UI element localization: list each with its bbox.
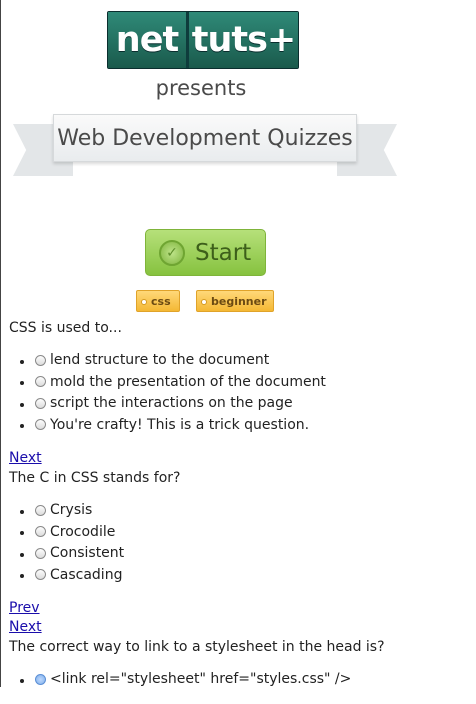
- option-label: <link rel="stylesheet" href="styles.css"…: [50, 671, 352, 687]
- option-label: mold the presentation of the document: [50, 373, 326, 390]
- list-item: Cascading: [35, 565, 469, 587]
- checkmark-icon: ✓: [159, 239, 185, 266]
- option-label: You're crafty! This is a trick question.: [50, 416, 310, 433]
- next-link[interactable]: Next: [9, 618, 469, 637]
- radio-button[interactable]: [35, 419, 46, 430]
- option-label: script the interactions on the page: [50, 395, 293, 411]
- option-label: Crocodile: [50, 523, 116, 540]
- nettuts-logo: net tuts+: [107, 11, 299, 69]
- list-item: script the interactions on the page: [35, 393, 469, 415]
- question-3-text: The correct way to link to a stylesheet …: [9, 639, 385, 655]
- radio-button[interactable]: [35, 569, 46, 580]
- question-1-text: CSS is used to...: [9, 320, 122, 336]
- option-label: Consistent: [50, 545, 125, 561]
- title-ribbon: Web Development Quizzes: [13, 108, 397, 178]
- list-item: mold the presentation of the document: [35, 372, 469, 394]
- option-label: lend structure to the document: [50, 352, 270, 368]
- tag-css[interactable]: css: [136, 290, 180, 312]
- tag-beginner[interactable]: beginner: [196, 290, 274, 312]
- radio-button[interactable]: [35, 397, 46, 409]
- question-1-options: lend structure to the document mold the …: [9, 350, 469, 436]
- radio-button[interactable]: [35, 547, 46, 559]
- list-item: Consistent: [35, 543, 469, 565]
- start-button[interactable]: ✓ Start: [145, 229, 266, 276]
- next-link[interactable]: Next: [9, 449, 469, 468]
- option-label: Cascading: [50, 566, 123, 583]
- list-item: lend structure to the document: [35, 350, 469, 372]
- radio-button[interactable]: [35, 526, 46, 537]
- list-item: Crocodile: [35, 522, 469, 544]
- question-2-text: The C in CSS stands for?: [9, 470, 181, 486]
- logo-net-text: net: [108, 12, 186, 68]
- start-button-label: Start: [195, 239, 252, 266]
- option-label: Crysis: [50, 502, 93, 518]
- logo-tuts-text: tuts+: [189, 12, 298, 68]
- quiz-list: CSS is used to... lend structure to the …: [9, 318, 469, 704]
- radio-button[interactable]: [35, 376, 46, 387]
- radio-button[interactable]: [35, 354, 46, 366]
- presents-text: presents: [155, 76, 247, 100]
- list-item: You're crafty! This is a trick question.: [35, 415, 469, 437]
- list-item: <link rel="stylesheet" href="styles.css"…: [35, 669, 469, 691]
- prev-link[interactable]: Prev: [9, 599, 469, 618]
- list-item: Crysis: [35, 500, 469, 522]
- radio-button[interactable]: [35, 504, 46, 516]
- radio-button[interactable]: [35, 673, 46, 685]
- question-2-options: Crysis Crocodile Consistent Cascading: [9, 500, 469, 586]
- page-title: Web Development Quizzes: [53, 114, 357, 162]
- question-3-options: <link rel="stylesheet" href="styles.css"…: [9, 669, 469, 691]
